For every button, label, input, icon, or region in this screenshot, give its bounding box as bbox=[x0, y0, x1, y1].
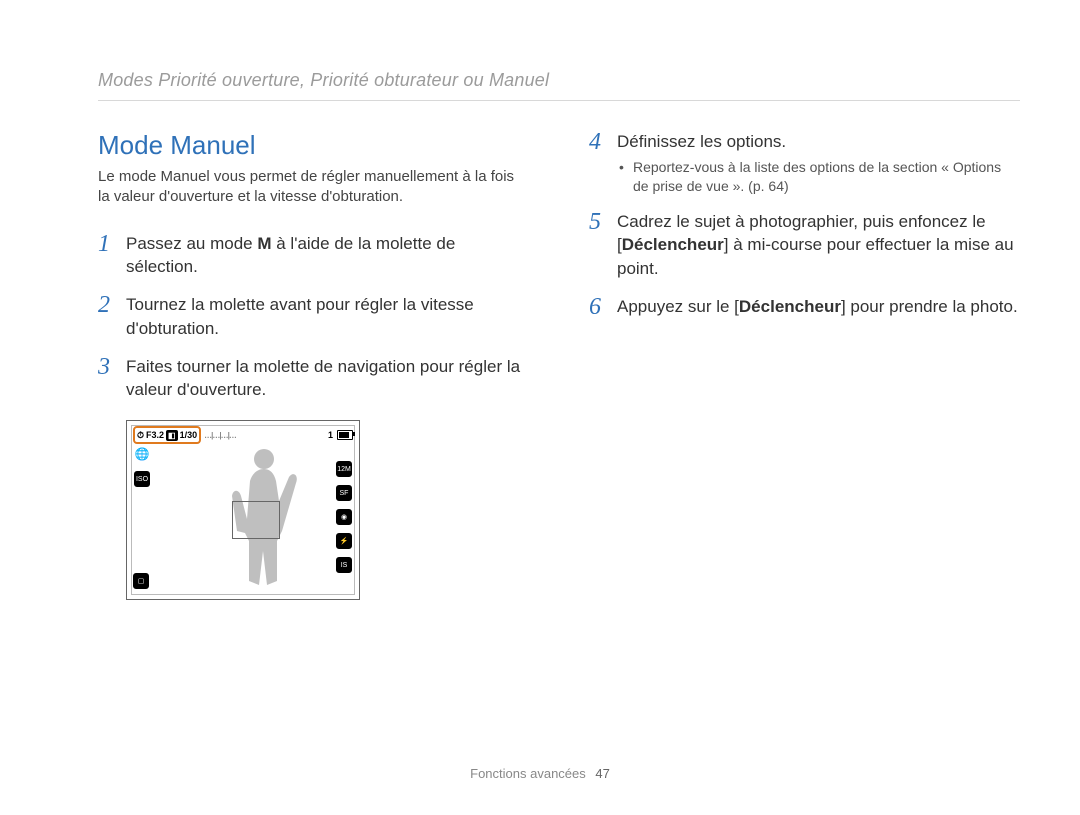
lcd-left-icons: 🌐 ISO bbox=[133, 447, 151, 487]
step-number: 4 bbox=[589, 130, 605, 154]
left-column: Mode Manuel Le mode Manuel vous permet d… bbox=[98, 130, 529, 600]
camera-lcd-illustration: ⏱ F3.2 ◧ 1/30 …|…|…|… 1 🌐 ISO bbox=[126, 420, 529, 600]
step-number: 5 bbox=[589, 210, 605, 234]
step-text-main: Définissez les options. bbox=[617, 132, 786, 151]
step-text: Passez au mode M à l'aide de la molette … bbox=[126, 232, 529, 280]
step-note: Reportez-vous à la liste des options de … bbox=[633, 158, 1020, 196]
step-text: Définissez les options. Reportez-vous à … bbox=[617, 130, 1020, 196]
lcd-frame: ⏱ F3.2 ◧ 1/30 …|…|…|… 1 🌐 ISO bbox=[126, 420, 360, 600]
flash-icon: ⚡ bbox=[336, 533, 352, 549]
step-text: Appuyez sur le [Déclencheur] pour prendr… bbox=[617, 295, 1018, 319]
globe-icon: 🌐 bbox=[135, 447, 150, 461]
ev-scale-icon: …|…|…|… bbox=[204, 431, 236, 440]
step-3: 3 Faites tourner la molette de navigatio… bbox=[98, 355, 529, 403]
mode-m-icon: M bbox=[257, 234, 271, 253]
quality-icon: SF bbox=[336, 485, 352, 501]
image-stabilizer-icon: IS bbox=[336, 557, 352, 573]
shutter-button-label: Déclencheur bbox=[739, 297, 841, 316]
page-number: 47 bbox=[595, 766, 609, 781]
footer-section: Fonctions avancées bbox=[470, 766, 586, 781]
step-number: 2 bbox=[98, 293, 114, 317]
metering-icon: ◉ bbox=[336, 509, 352, 525]
exposure-capsule: ⏱ F3.2 ◧ 1/30 bbox=[133, 426, 201, 444]
focus-frame-icon bbox=[232, 501, 280, 539]
step-pre: Passez au mode bbox=[126, 234, 257, 253]
step-text: Faites tourner la molette de navigation … bbox=[126, 355, 529, 403]
step-4: 4 Définissez les options. Reportez-vous … bbox=[589, 130, 1020, 196]
right-column: 4 Définissez les options. Reportez-vous … bbox=[589, 130, 1020, 600]
section-intro: Le mode Manuel vous permet de régler man… bbox=[98, 167, 529, 208]
shutter-chip-icon: ◧ bbox=[166, 430, 178, 441]
page-footer: Fonctions avancées 47 bbox=[0, 766, 1080, 781]
shutter-button-label: Déclencheur bbox=[622, 235, 724, 254]
manual-page: Modes Priorité ouverture, Priorité obtur… bbox=[0, 0, 1080, 815]
resolution-icon: 12M bbox=[336, 461, 352, 477]
step-pre: Appuyez sur le [ bbox=[617, 297, 739, 316]
iso-icon: ISO bbox=[134, 471, 150, 487]
shots-remaining: 1 bbox=[328, 430, 333, 440]
step-text: Cadrez le sujet à photographier, puis en… bbox=[617, 210, 1020, 281]
step-number: 3 bbox=[98, 355, 114, 379]
step-2: 2 Tournez la molette avant pour régler l… bbox=[98, 293, 529, 341]
battery-icon bbox=[337, 430, 353, 440]
aperture-value: F3.2 bbox=[146, 430, 164, 440]
step-number: 6 bbox=[589, 295, 605, 319]
lcd-bottom-left: ▢ bbox=[133, 573, 149, 589]
step-5: 5 Cadrez le sujet à photographier, puis … bbox=[589, 210, 1020, 281]
content-columns: Mode Manuel Le mode Manuel vous permet d… bbox=[98, 130, 1020, 600]
running-header: Modes Priorité ouverture, Priorité obtur… bbox=[98, 70, 549, 91]
card-icon: ▢ bbox=[133, 573, 149, 589]
lcd-right-icons: 12M SF ◉ ⚡ IS bbox=[335, 461, 353, 573]
step-text: Tournez la molette avant pour régler la … bbox=[126, 293, 529, 341]
step-post: ] pour prendre la photo. bbox=[841, 297, 1018, 316]
shutter-value: 1/30 bbox=[180, 430, 198, 440]
step-number: 1 bbox=[98, 232, 114, 256]
step-1: 1 Passez au mode M à l'aide de la molett… bbox=[98, 232, 529, 280]
header-divider bbox=[98, 100, 1020, 101]
clock-icon: ⏱ bbox=[137, 430, 144, 441]
section-title: Mode Manuel bbox=[98, 130, 529, 161]
step-6: 6 Appuyez sur le [Déclencheur] pour pren… bbox=[589, 295, 1020, 319]
